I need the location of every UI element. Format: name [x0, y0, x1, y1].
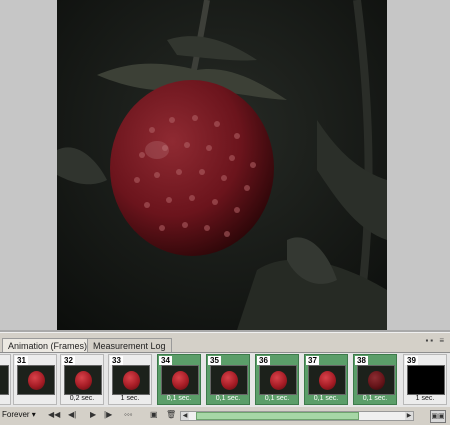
first-frame-icon[interactable]: ◀◀ [48, 410, 60, 419]
scroll-right-icon[interactable]: ▶ [405, 412, 413, 420]
delete-frame-icon[interactable]: 🗑 [166, 410, 176, 419]
strawberry-thumbnail-icon [368, 371, 385, 390]
strawberry-thumbnail-icon [123, 371, 140, 390]
frame-number: 31 [15, 356, 28, 365]
frame-number: 37 [306, 356, 319, 365]
new-frame-icon[interactable]: ▣ [150, 410, 158, 419]
strawberry-thumbnail-icon [270, 371, 287, 390]
animation-frame[interactable]: 34 0,1 sec. [157, 354, 201, 405]
frame-delay[interactable]: 1 sec. [404, 394, 446, 403]
frame-delay[interactable]: 0,1 sec. [354, 394, 396, 403]
strawberry-thumbnail-icon [172, 371, 189, 390]
play-icon[interactable]: ▶ [90, 410, 96, 419]
frame-thumbnail [259, 365, 297, 395]
canvas-area [0, 0, 450, 332]
animation-frame[interactable]: 32 0,2 sec. [60, 354, 104, 405]
animation-frame[interactable]: 36 0,1 sec. [255, 354, 299, 405]
tab-animation-frames-label: Animation (Frames) [8, 341, 88, 351]
animation-frame[interactable]: 37 0,1 sec. [304, 354, 348, 405]
frame-number: 32 [62, 356, 75, 365]
strawberry-photo [57, 0, 387, 330]
frame-delay[interactable]: 0,1 sec. [256, 394, 298, 403]
frames-strip: 31 32 0,2 sec. 33 1 sec. 34 0,1 sec. 35 0,1 sec.… [0, 352, 450, 407]
frame-thumbnail [64, 365, 102, 395]
frame-delay[interactable]: 0,2 sec. [61, 394, 103, 403]
scroll-left-icon[interactable]: ◀ [181, 412, 189, 420]
animation-frame[interactable]: 35 0,1 sec. [206, 354, 250, 405]
next-frame-icon[interactable]: |▶ [104, 410, 112, 419]
frame-number: 33 [110, 356, 123, 365]
frame-thumbnail [0, 365, 9, 395]
frame-number: 39 [405, 356, 418, 365]
frame-thumbnail [112, 365, 150, 395]
frame-thumbnail [17, 365, 55, 395]
animation-controls: Forever ▾ ◀◀ ◀| ▶ |▶ ◦◦◦ ▣ 🗑 ◀ ▶ ▣▣ [0, 407, 450, 425]
strawberry-thumbnail-icon [28, 371, 45, 390]
frame-delay[interactable]: 0,1 sec. [158, 394, 200, 403]
scroll-thumb[interactable] [195, 412, 360, 420]
strawberry-thumbnail-icon [221, 371, 238, 390]
document-canvas[interactable] [57, 0, 387, 330]
animation-panel: Animation (Frames) × Measurement Log ▪▪ … [0, 332, 450, 425]
tab-measurement-log[interactable]: Measurement Log [87, 338, 172, 352]
frame-thumbnail [161, 365, 199, 395]
frame-thumbnail [357, 365, 395, 395]
frame-thumbnail [308, 365, 346, 395]
frame-delay[interactable]: 0,1 sec. [305, 394, 347, 403]
frames-scrollbar[interactable]: ◀ ▶ [180, 411, 414, 421]
frame-thumbnail [210, 365, 248, 395]
animation-frame[interactable]: 31 [13, 354, 57, 405]
animation-frame[interactable]: 38 0,1 sec. [353, 354, 397, 405]
tab-measurement-log-label: Measurement Log [93, 341, 166, 351]
frame-number: 35 [208, 356, 221, 365]
panel-tabbar: Animation (Frames) × Measurement Log ▪▪ … [0, 336, 450, 352]
strawberry-thumbnail-icon [319, 371, 336, 390]
frame-delay[interactable]: 0,1 sec. [207, 394, 249, 403]
panel-options-icon[interactable]: ▣▣ [430, 410, 446, 423]
frame-thumbnail [407, 365, 445, 395]
animation-frame[interactable]: 33 1 sec. [108, 354, 152, 405]
loop-select[interactable]: Forever ▾ [2, 410, 36, 419]
strawberry-thumbnail-icon [75, 371, 92, 390]
animation-frame[interactable]: 39 1 sec. [403, 354, 447, 405]
frame-number: 36 [257, 356, 270, 365]
animation-frame[interactable] [0, 354, 11, 405]
frame-number: 38 [355, 356, 368, 365]
frame-number: 34 [159, 356, 172, 365]
previous-frame-icon[interactable]: ◀| [68, 410, 76, 419]
frame-delay[interactable]: 1 sec. [109, 394, 151, 403]
panel-menu-icon[interactable]: ▪▪ ≡ [425, 336, 446, 345]
tween-icon[interactable]: ◦◦◦ [124, 410, 133, 419]
